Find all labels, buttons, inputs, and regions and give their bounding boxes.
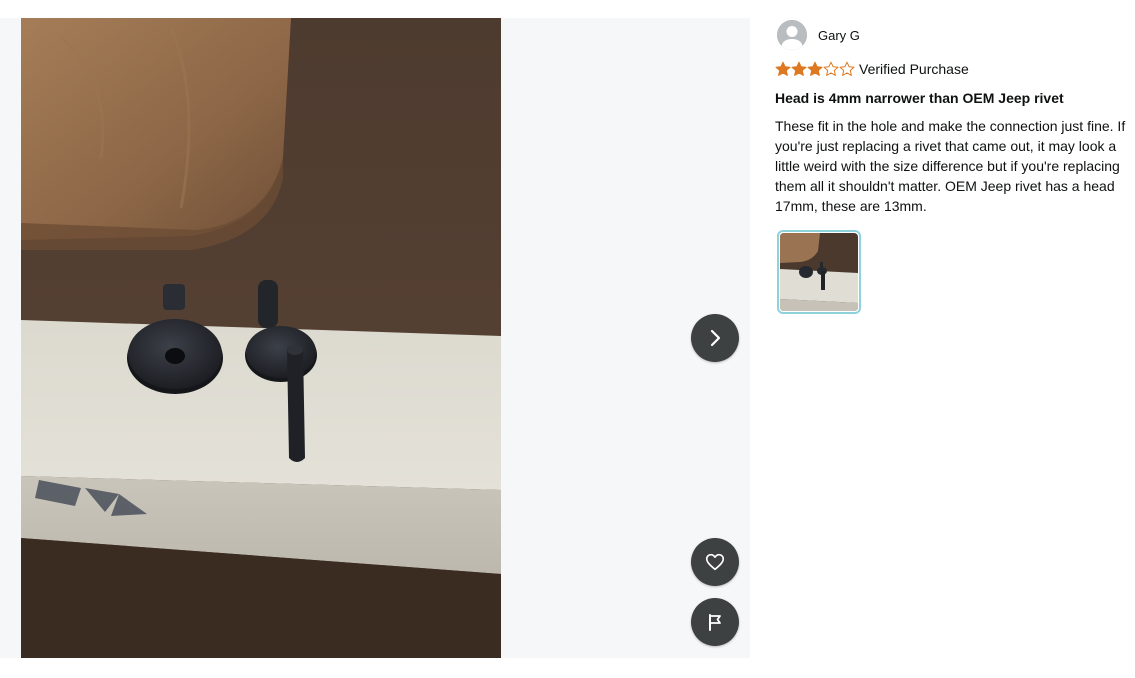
- review-image-thumbnail[interactable]: [777, 230, 861, 314]
- chevron-right-icon: [705, 328, 725, 348]
- next-image-button[interactable]: [691, 314, 739, 362]
- star-rating: [775, 61, 855, 77]
- review-body: These fit in the hole and make the conne…: [775, 118, 1126, 214]
- reviewer-profile[interactable]: Gary G: [775, 18, 1127, 52]
- heart-icon: [704, 551, 726, 573]
- flag-icon: [705, 612, 725, 632]
- report-flag-button[interactable]: [691, 598, 739, 646]
- star-empty-icon: [839, 61, 855, 76]
- helpful-like-button[interactable]: [691, 538, 739, 586]
- star-empty-icon: [823, 61, 839, 76]
- reviewer-name[interactable]: Gary G: [818, 28, 860, 43]
- star-filled-icon: [791, 61, 807, 76]
- image-viewer: [0, 18, 750, 658]
- verified-purchase-badge: Verified Purchase: [859, 61, 969, 77]
- default-user-avatar-icon: [777, 20, 807, 50]
- main-review-photo: [21, 18, 501, 658]
- star-filled-icon: [807, 61, 823, 76]
- star-filled-icon: [775, 61, 791, 76]
- rating-row: Verified Purchase: [775, 59, 1127, 79]
- review-title: Head is 4mm narrower than OEM Jeep rivet: [775, 90, 1064, 106]
- review-image-viewer-page: Gary G Verified Purchase Head is 4mm nar…: [0, 0, 1135, 678]
- review-panel: Gary G Verified Purchase Head is 4mm nar…: [775, 18, 1127, 314]
